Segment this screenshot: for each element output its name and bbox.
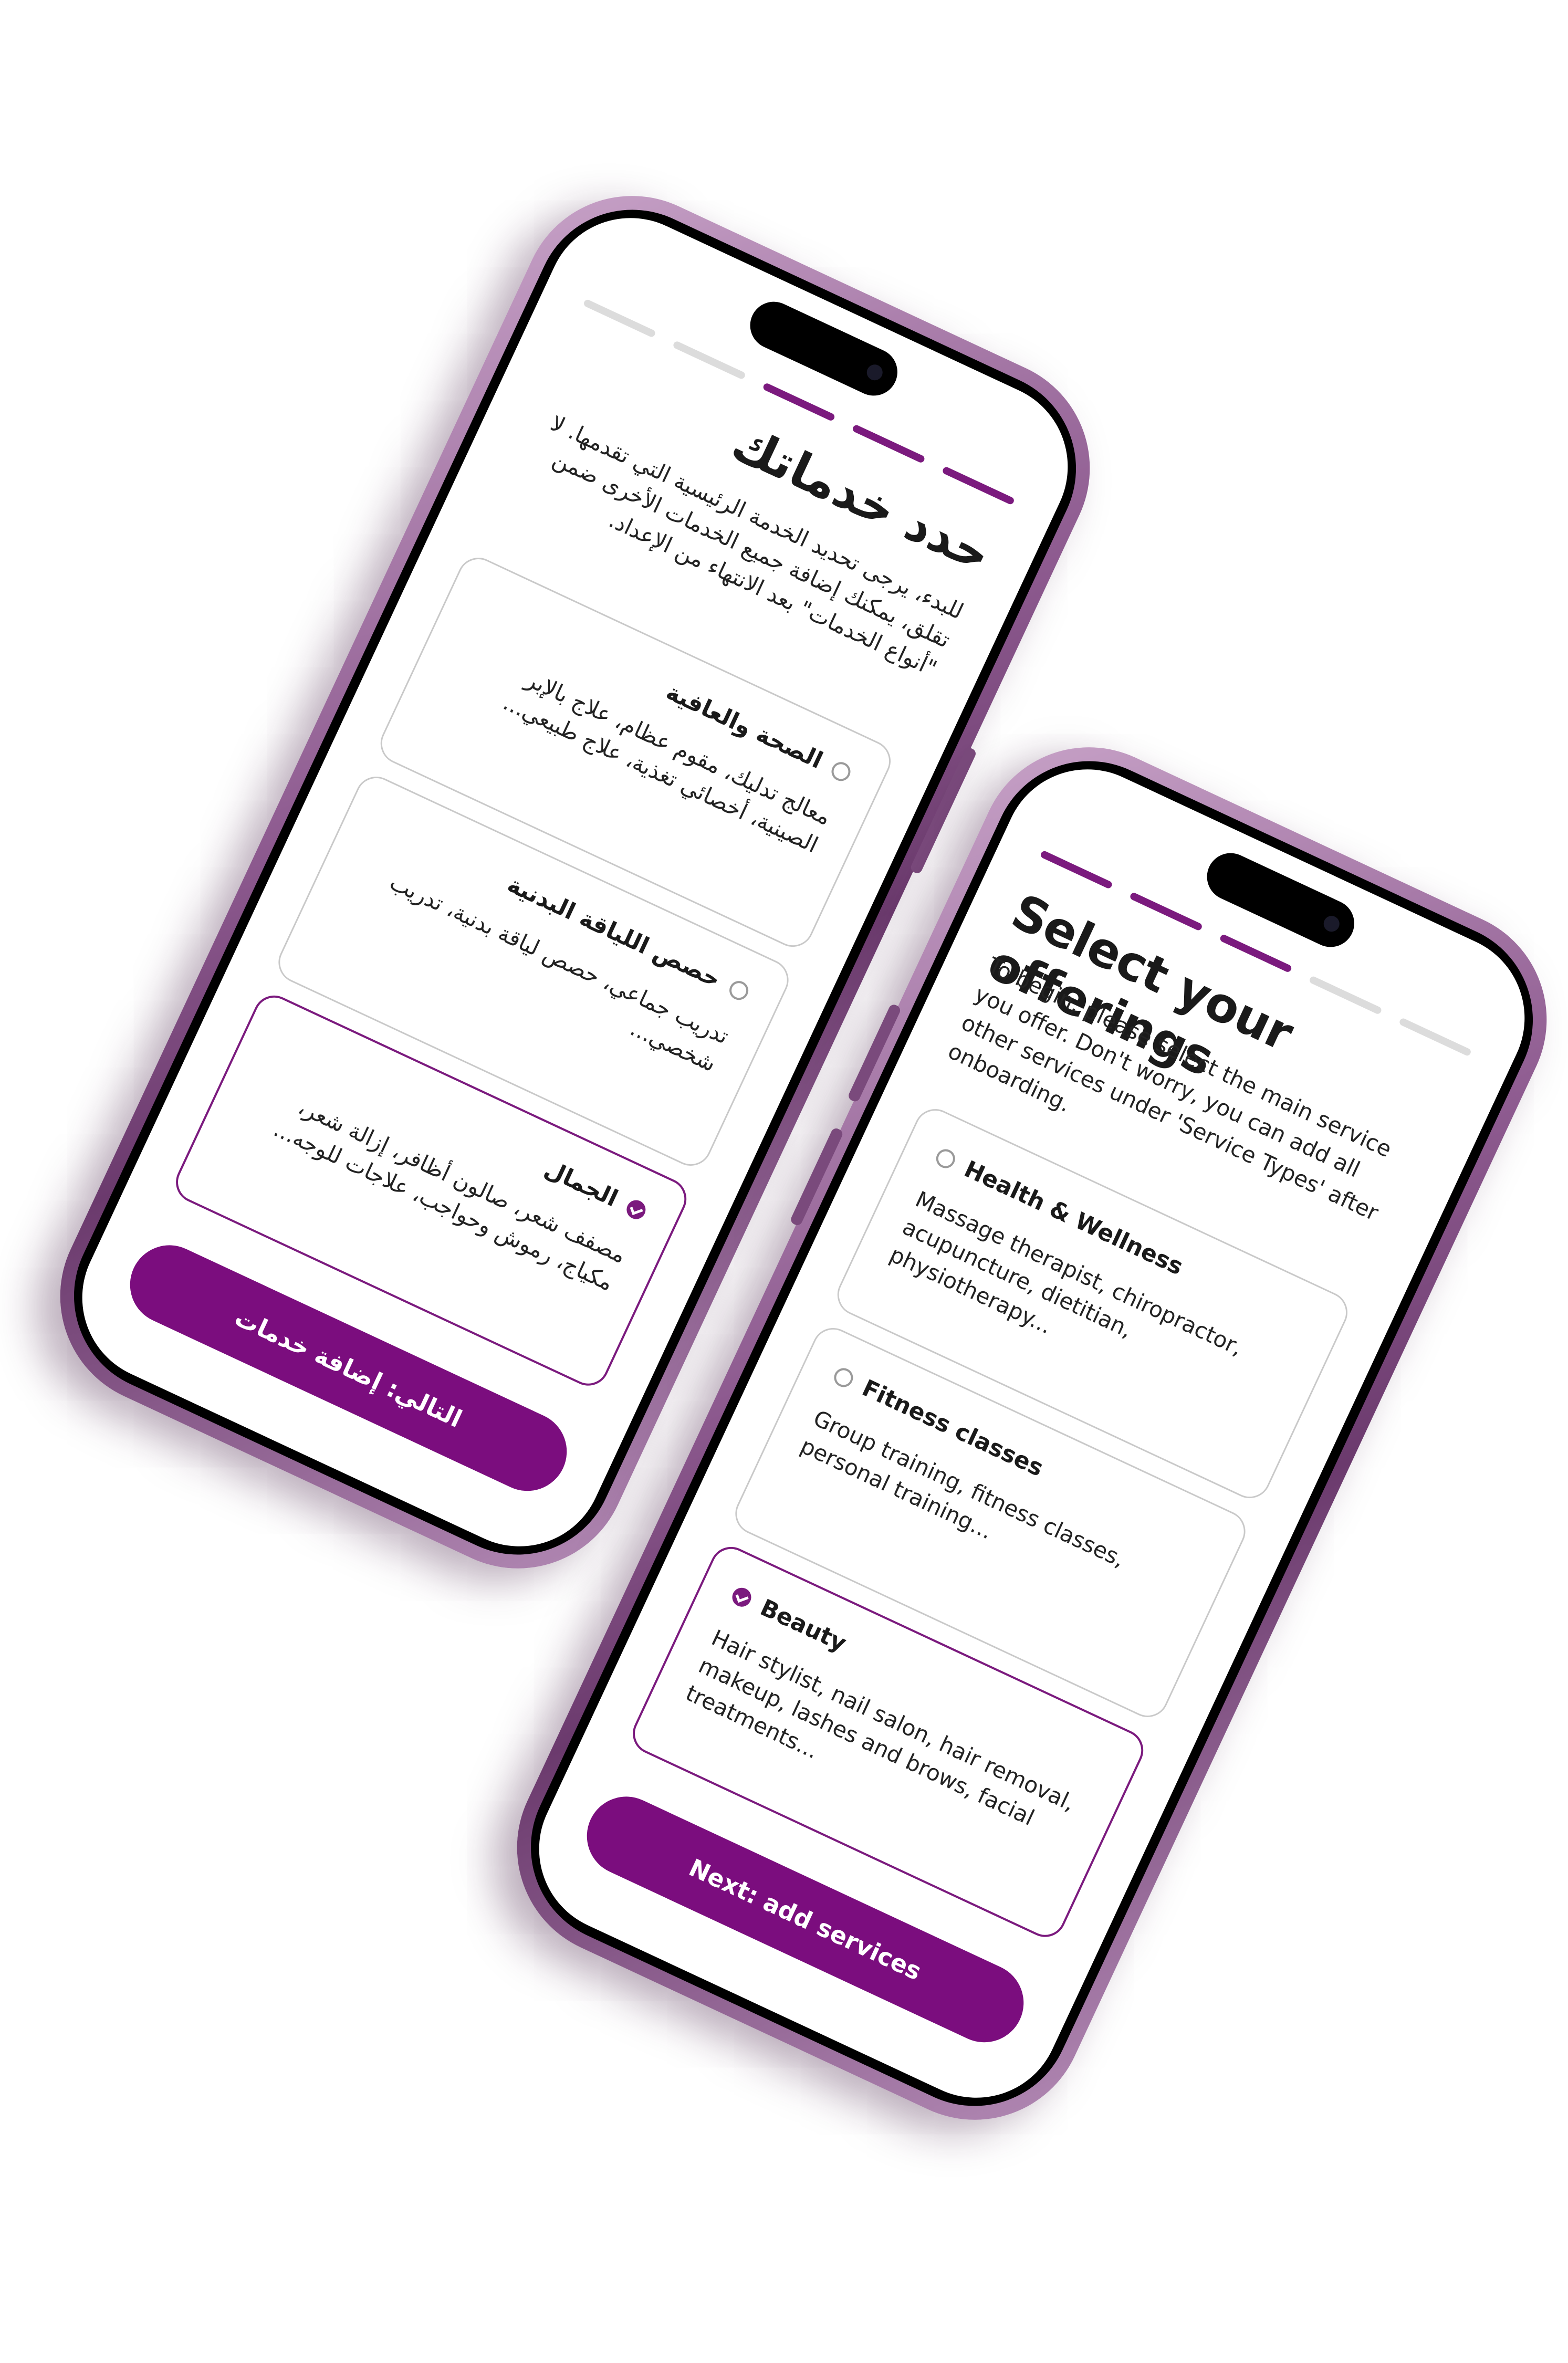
radio-button[interactable] bbox=[726, 978, 752, 1003]
progress-step-3 bbox=[1219, 933, 1293, 974]
camera-icon bbox=[1321, 913, 1342, 935]
progress-step-3 bbox=[762, 382, 836, 422]
check-icon[interactable] bbox=[623, 1197, 649, 1222]
radio-button[interactable] bbox=[831, 1365, 856, 1390]
option-name: الجمال bbox=[540, 1155, 622, 1212]
progress-step-2 bbox=[851, 424, 926, 464]
progress-step-4 bbox=[1308, 975, 1383, 1015]
check-icon[interactable] bbox=[729, 1584, 755, 1610]
progress-step-2 bbox=[1129, 892, 1203, 932]
progress-step-4 bbox=[672, 340, 746, 380]
progress-step-1 bbox=[941, 466, 1016, 506]
camera-icon bbox=[864, 362, 885, 383]
progress-step-5 bbox=[1398, 1017, 1472, 1057]
progress-step-1 bbox=[1039, 850, 1114, 890]
radio-button[interactable] bbox=[828, 759, 854, 785]
radio-button[interactable] bbox=[933, 1146, 958, 1172]
progress-step-5 bbox=[582, 298, 657, 338]
